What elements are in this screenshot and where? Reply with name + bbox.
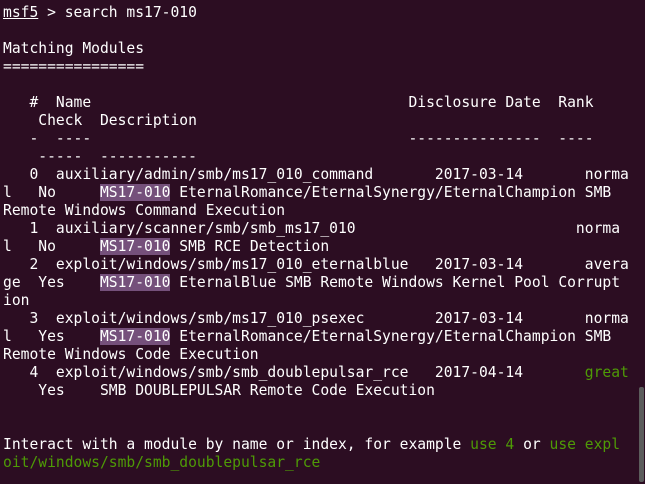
section-heading: Matching Modules [3,40,145,57]
module-row-0-line-2: l No MS17-010 EternalRomance/EternalSyne… [3,184,611,202]
search-match-highlight: MS17-010 [99,184,171,201]
module-row-0-line-3: Remote Windows Command Execution [3,202,286,219]
column-divider-line-2: ----- ----------- [3,148,197,165]
prompt-separator: > [38,4,65,21]
prompt-name: msf5 [3,4,39,21]
footer-hint-line-2: oit/windows/smb/smb_doublepulsar_rce [3,454,320,472]
module-row-4-line-1: 4 exploit/windows/smb/smb_doublepulsar_r… [3,364,629,382]
module-row-2-description: EternalBlue SMB Remote Windows Kernel Po… [170,274,621,291]
footer-command-use-index: use 4 [470,436,515,453]
module-row-0-rank-check: l No [3,184,100,201]
footer-hint-text: Interact with a module by name or index,… [3,436,471,453]
module-row-3-line-2: l Yes MS17-010 EternalRomance/EternalSyn… [3,328,611,346]
module-row-3-line-3: Remote Windows Code Execution [3,346,259,363]
module-row-1-line-2: l No MS17-010 SMB RCE Detection [3,238,329,256]
footer-hint-line-1: Interact with a module by name or index,… [3,436,620,454]
module-row-1-line-1: 1 auxiliary/scanner/smb/smb_ms17_010 nor… [3,220,621,237]
search-match-highlight: MS17-010 [99,238,171,255]
column-divider-line-1: - ---- --------------- ---- [3,130,594,147]
footer-command-use-path-end: oit/windows/smb/smb_doublepulsar_rce [3,454,321,471]
search-match-highlight: MS17-010 [99,274,171,291]
scrollbar-thumb[interactable] [639,387,644,482]
column-header-line-1: # Name Disclosure Date Rank [3,94,594,111]
module-row-0-description: EternalRomance/EternalSynergy/EternalCha… [170,184,612,201]
module-row-2-line-3: ion [3,292,30,309]
prompt-command: search ms17-010 [64,4,197,21]
module-row-2-rank-check: ge Yes [3,274,100,291]
column-header-line-2: Check Description [3,112,197,129]
search-match-highlight: MS17-010 [99,328,171,345]
footer-hint-or: or [514,436,550,453]
section-heading-rule: ================ [3,58,145,75]
module-row-4-line-2: Yes SMB DOUBLEPULSAR Remote Code Executi… [3,382,435,399]
module-row-1-rank-check: l No [3,238,100,255]
prompt-line: msf5 > search ms17-010 [3,4,197,22]
terminal-window[interactable]: msf5 > search ms17-010 Matching Modules … [0,0,645,484]
module-row-2-line-2: ge Yes MS17-010 EternalBlue SMB Remote W… [3,274,620,292]
module-row-2-line-1: 2 exploit/windows/smb/ms17_010_eternalbl… [3,256,629,273]
footer-command-use-path-start: use expl [549,436,621,453]
module-row-3-line-1: 3 exploit/windows/smb/ms17_010_psexec 20… [3,310,629,327]
module-row-3-rank-check: l Yes [3,328,100,345]
module-row-4-rank: great [584,364,629,381]
module-row-0-line-1: 0 auxiliary/admin/smb/ms17_010_command 2… [3,166,629,183]
module-row-1-description: SMB RCE Detection [170,238,330,255]
module-row-3-description: EternalRomance/EternalSynergy/EternalCha… [170,328,612,345]
module-row-4-info: 4 exploit/windows/smb/smb_doublepulsar_r… [3,364,585,381]
